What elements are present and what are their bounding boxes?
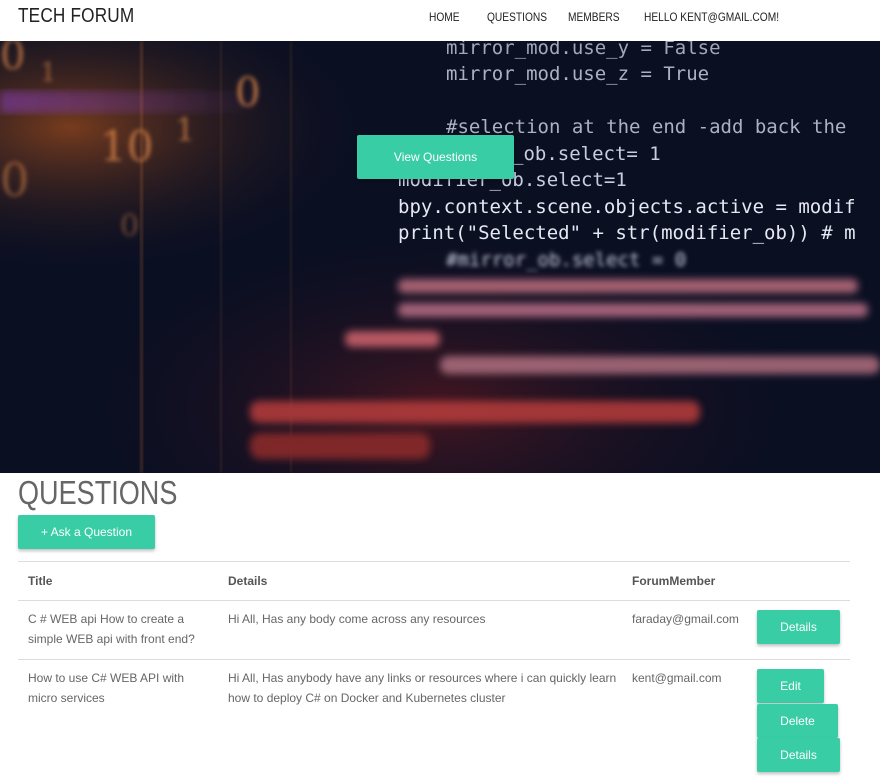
question-title[interactable]: C # WEB api How to create a simple WEB a… [28, 609, 203, 649]
hero-code-background: mirror_mod.use_y = False mirror_mod.use_… [0, 41, 880, 473]
table-divider [18, 659, 850, 660]
hero-binary-digit: 0 [235, 70, 260, 116]
column-header-details: Details [228, 574, 268, 588]
hero-code-line: _ob.select= 1 [512, 143, 661, 165]
ask-question-button[interactable]: + Ask a Question [18, 515, 155, 549]
brand-logo[interactable]: TECH FORUM [18, 5, 134, 28]
hero-code-line: print("Selected" + str(modifier_ob)) # m [398, 222, 856, 244]
table-divider [18, 600, 850, 601]
question-details: Hi All, Has any body come across any res… [228, 612, 486, 626]
hero-binary-digit: 10 [100, 122, 153, 171]
hero-code-line: mirror_mod.use_y = False [446, 41, 721, 59]
edit-button[interactable]: Edit [757, 669, 824, 703]
question-details: Hi All, Has anybody have any links or re… [228, 671, 617, 705]
navbar: TECH FORUM HOME QUESTIONS MEMBERS HELLO … [0, 0, 880, 41]
hero-binary-digit: 0 [0, 41, 25, 79]
hero-code-line: mirror_mod.use_z = True [446, 63, 709, 85]
nav-questions-link[interactable]: QUESTIONS [487, 10, 547, 24]
nav-members-link[interactable]: MEMBERS [568, 10, 620, 24]
table-divider [18, 561, 850, 562]
column-header-title: Title [28, 574, 53, 588]
hero-code-line: #mirror_ob.select = 0 [446, 249, 686, 271]
questions-heading: QUESTIONS [18, 474, 178, 511]
column-header-forum-member: ForumMember [632, 574, 716, 588]
question-title[interactable]: How to use C# WEB API with micro service… [28, 668, 203, 708]
hero-code-line: bpy.context.scene.objects.active = modif [398, 196, 856, 218]
hero-binary-digit: 0 [120, 209, 139, 244]
view-questions-button[interactable]: View Questions [357, 135, 514, 179]
delete-button[interactable]: Delete [757, 704, 838, 738]
hero-banner: mirror_mod.use_y = False mirror_mod.use_… [0, 41, 880, 473]
nav-home-link[interactable]: HOME [429, 10, 460, 24]
hero-binary-digit: 1 [40, 58, 57, 88]
question-member: faraday@gmail.com [632, 612, 739, 626]
hero-binary-digit: 0 [0, 153, 29, 207]
hero-binary-digit: 1 [175, 111, 195, 149]
nav-user-greeting-link[interactable]: HELLO KENT@GMAIL.COM! [644, 10, 779, 24]
question-member: kent@gmail.com [632, 671, 722, 685]
details-button[interactable]: Details [757, 738, 840, 772]
details-button[interactable]: Details [757, 610, 840, 644]
